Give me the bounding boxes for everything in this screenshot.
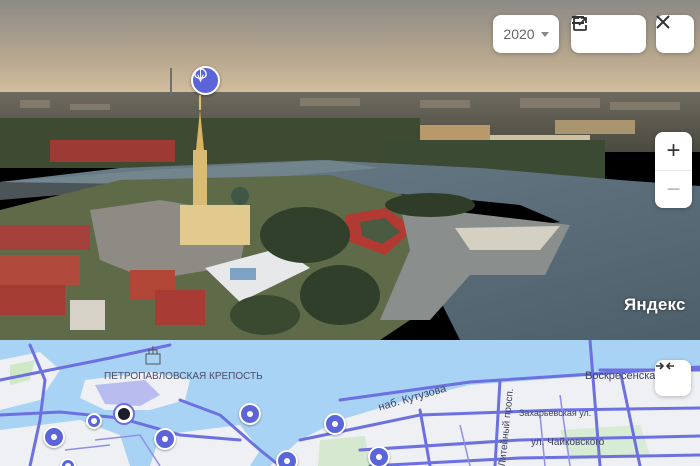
caret-down-icon <box>540 32 549 37</box>
panorama-pin[interactable] <box>368 446 390 466</box>
year-select-value: 2020 <box>503 26 535 42</box>
panorama-pin[interactable] <box>154 428 176 450</box>
current-position-marker <box>115 405 133 423</box>
close-button[interactable] <box>656 15 694 53</box>
panorama-pin[interactable] <box>43 426 65 448</box>
panorama-pin[interactable] <box>86 413 102 429</box>
balloon-icon <box>162 436 168 442</box>
equals-icon <box>572 16 584 24</box>
fortress-label: ПЕТРОПАВЛОВСКАЯ КРЕПОСТЬ <box>104 371 263 382</box>
map-view[interactable]: ПЕТРОПАВЛОВСКАЯ КРЕПОСТЬ наб. Кутузова Л… <box>0 340 700 466</box>
balloon-icon <box>51 434 57 440</box>
zoom-out-button[interactable]: − <box>655 170 692 208</box>
street-chaykovskogo: ул. Чайковского <box>531 437 605 448</box>
panorama-point-marker[interactable] <box>191 66 220 95</box>
balloon-icon <box>284 458 290 464</box>
close-icon <box>656 15 670 29</box>
balloon-icon <box>247 411 253 417</box>
balloon-icon <box>332 421 338 427</box>
balloon-icon <box>194 68 207 83</box>
balloon-icon <box>91 418 97 424</box>
panorama-view[interactable]: 2020 + − Яндекс <box>0 0 700 340</box>
yandex-logo: Яндекс <box>624 295 686 314</box>
panorama-pin[interactable] <box>276 450 298 466</box>
menu-button[interactable] <box>572 15 645 53</box>
zoom-in-button[interactable]: + <box>655 132 692 170</box>
year-select[interactable]: 2020 <box>493 15 559 53</box>
panorama-pin[interactable] <box>324 413 346 435</box>
panorama-pin[interactable] <box>239 403 261 425</box>
balloon-icon <box>376 454 382 460</box>
zoom-control: + − <box>655 132 692 208</box>
street-voskresenskaya: Воскресенская <box>585 370 662 382</box>
collapse-arrows-icon <box>656 362 674 370</box>
street-zakharyevskaya: Захарьевская ул. <box>519 408 592 418</box>
panorama-toolbar <box>571 15 646 53</box>
collapse-map-button[interactable] <box>655 360 691 396</box>
